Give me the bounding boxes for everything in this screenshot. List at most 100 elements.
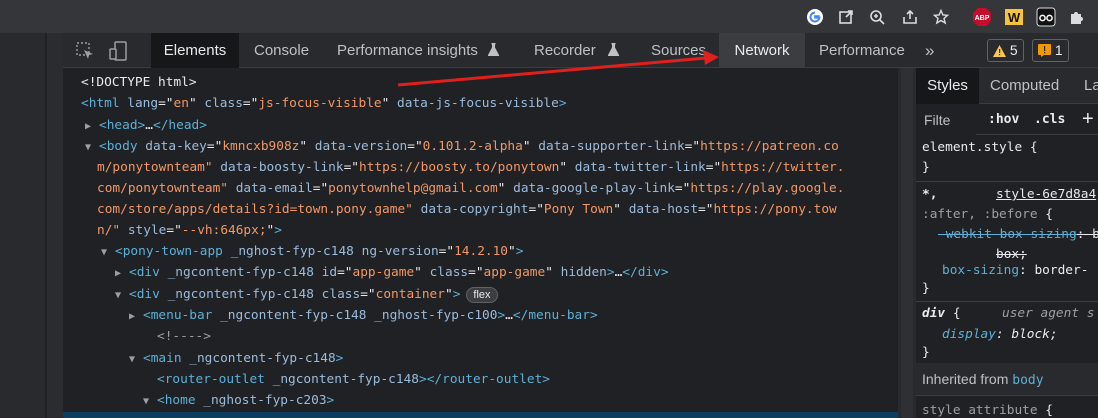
box-sizing-declaration[interactable]: box-sizing: border-	[942, 261, 1088, 281]
tab-console[interactable]: Console	[254, 33, 309, 68]
issues-count: 1	[1054, 42, 1063, 58]
tab-layout[interactable]: La	[1084, 68, 1098, 104]
svg-text:ABP: ABP	[975, 15, 990, 22]
expand-triangle-icon[interactable]: ▶	[129, 306, 143, 327]
dom-node-pony-town-app[interactable]: ▼ <pony-town-app _nghost-fyp-c148 ng-vers…	[101, 241, 523, 262]
page-scrollbar[interactable]	[47, 33, 63, 418]
attr-value: ponytownhelp@gmail.com	[328, 181, 498, 196]
styles-tab-bar: Styles Computed La	[916, 68, 1098, 104]
dom-body-attrs-cont: n/" style="--vh:646px;">	[97, 223, 282, 238]
element-style-rule[interactable]: element.style {	[922, 138, 1038, 158]
glasses-extension-icon[interactable]	[1036, 7, 1056, 27]
attr-name: _ngcontent-fyp-c148	[272, 372, 419, 387]
more-tabs-button[interactable]: »	[925, 33, 934, 68]
collapse-triangle-icon[interactable]: ▼	[143, 391, 157, 412]
dom-doctype[interactable]: <!DOCTYPE html>	[81, 72, 197, 93]
collapse-triangle-icon[interactable]: ▼	[129, 349, 143, 370]
attr-name: data-host	[628, 202, 699, 217]
styles-pane: Styles Computed La Filte :hov .cls + ele…	[916, 68, 1098, 418]
open-in-new-icon[interactable]	[836, 7, 856, 27]
pane-splitter[interactable]	[898, 68, 916, 418]
attr-name: data-version	[314, 139, 408, 154]
puzzle-extensions-icon[interactable]	[1067, 7, 1087, 27]
svg-text:W: W	[1008, 10, 1021, 25]
warnings-count: 5	[1009, 42, 1018, 58]
issue-icon	[1038, 42, 1051, 63]
share-icon[interactable]	[900, 7, 920, 27]
attr-value: com/ponytownteam"	[97, 181, 228, 196]
toggle-hover-state-button[interactable]: :hov	[988, 105, 1019, 135]
tab-network[interactable]: Network	[719, 33, 805, 68]
rule-close-brace: }	[922, 281, 930, 296]
toggle-classes-button[interactable]: .cls	[1034, 105, 1065, 135]
page-viewport-edge	[0, 33, 63, 418]
dom-node-home[interactable]: ▼ <home _nghost-fyp-c203>	[143, 390, 334, 411]
tab-performance[interactable]: Performance	[819, 33, 905, 68]
attr-name: data-supporter-link	[538, 139, 685, 154]
expand-triangle-icon[interactable]: ▶	[115, 263, 129, 284]
dom-comment[interactable]: <!---->	[157, 326, 211, 347]
inherited-from-body-link[interactable]: body	[1012, 373, 1043, 388]
tab-computed[interactable]: Computed	[990, 68, 1059, 104]
browser-toolbar: ABP W	[0, 0, 1098, 33]
collapse-triangle-icon[interactable]: ▼	[85, 137, 99, 158]
attr-name: _nghost-fyp-c203	[203, 393, 327, 408]
style-attribute-rule[interactable]: style attribute {	[922, 401, 1053, 418]
tab-sources[interactable]: Sources	[651, 33, 706, 68]
warnings-badge[interactable]: 5	[987, 39, 1024, 62]
zoom-icon[interactable]	[867, 7, 887, 27]
dom-node-main[interactable]: ▼ <main _ngcontent-fyp-c148>	[129, 348, 343, 369]
collapsed-ellipsis: …	[145, 118, 153, 133]
attr-name: _ngcontent-fyp-c148	[220, 308, 367, 323]
expand-triangle-icon[interactable]: ▶	[85, 116, 99, 137]
tab-styles[interactable]: Styles	[916, 68, 979, 104]
display-declaration[interactable]: display: block;	[942, 325, 1058, 345]
tag-name: menu-bar	[528, 308, 590, 323]
new-style-rule-button[interactable]: +	[1082, 105, 1094, 135]
dom-node-router-outlet[interactable]: <router-outlet _ngcontent-fyp-c148></rou…	[157, 369, 550, 390]
issues-badge[interactable]: 1	[1032, 39, 1069, 62]
dom-node-head[interactable]: ▶ <head>…</head>	[85, 115, 207, 136]
tab-performance-insights[interactable]: Performance insights	[337, 33, 500, 69]
inherited-label: Inherited from	[922, 371, 1009, 387]
attr-value: js-focus-visible	[258, 96, 382, 111]
device-toolbar-icon[interactable]	[108, 41, 128, 61]
collapse-triangle-icon[interactable]: ▼	[115, 285, 129, 306]
tab-elements[interactable]: Elements	[151, 33, 239, 68]
w-extension-icon[interactable]: W	[1004, 7, 1024, 27]
devtools-tab-bar: Elements Console Performance insights Re…	[63, 33, 1098, 68]
rule-divider	[916, 301, 1098, 302]
dom-node-div-app-game[interactable]: ▶ <div _ngcontent-fyp-c148 id="app-game" …	[115, 262, 669, 283]
dom-node-html[interactable]: <html lang="en" class="js-focus-visible"…	[81, 93, 567, 114]
tag-name: router-outlet	[442, 372, 543, 387]
dom-node-div-container[interactable]: ▼ <div _ngcontent-fyp-c148 class="contain…	[115, 284, 498, 305]
selected-dom-row[interactable]	[63, 412, 898, 418]
webkit-box-sizing-declaration[interactable]: -webkit-box-sizing: border-	[938, 225, 1098, 245]
styles-filter-input[interactable]: Filte	[916, 105, 976, 135]
attr-name: data-key	[145, 139, 207, 154]
div-user-agent-rule[interactable]: div {	[922, 304, 961, 324]
tab-recorder[interactable]: Recorder	[534, 33, 619, 68]
attr-name: _nghost-fyp-c148	[230, 244, 354, 259]
attr-name: data-boosty-link	[220, 160, 344, 175]
google-icon[interactable]	[805, 7, 825, 27]
attr-name: style	[127, 223, 167, 238]
warning-icon	[993, 42, 1006, 63]
attr-name: class	[204, 96, 243, 111]
collapse-triangle-icon[interactable]: ▼	[101, 242, 115, 263]
styles-toolbar: Filte :hov .cls +	[916, 105, 1098, 135]
attr-name: _ngcontent-fyp-c148	[189, 351, 336, 366]
stylesheet-source-link[interactable]: style-6e7d8a4	[996, 185, 1096, 205]
dom-tree-scrollbar[interactable]	[901, 68, 913, 418]
rule-selector-universal[interactable]: *,	[922, 185, 937, 205]
dom-node-menu-bar[interactable]: ▶ <menu-bar _ngcontent-fyp-c148 _nghost-f…	[129, 305, 598, 326]
flex-badge[interactable]: flex	[466, 286, 498, 303]
dom-node-body[interactable]: ▼ <body data-key="kmncxb908z" data-versio…	[85, 136, 839, 157]
attr-value: kmncxb908z	[222, 139, 300, 154]
inspect-element-icon[interactable]	[75, 41, 95, 61]
star-icon[interactable]	[931, 7, 951, 27]
adblock-plus-icon[interactable]: ABP	[972, 7, 992, 27]
rule-selector: element.style	[922, 140, 1023, 155]
flask-icon	[488, 34, 500, 69]
attr-name: _ngcontent-fyp-c148	[167, 287, 314, 302]
